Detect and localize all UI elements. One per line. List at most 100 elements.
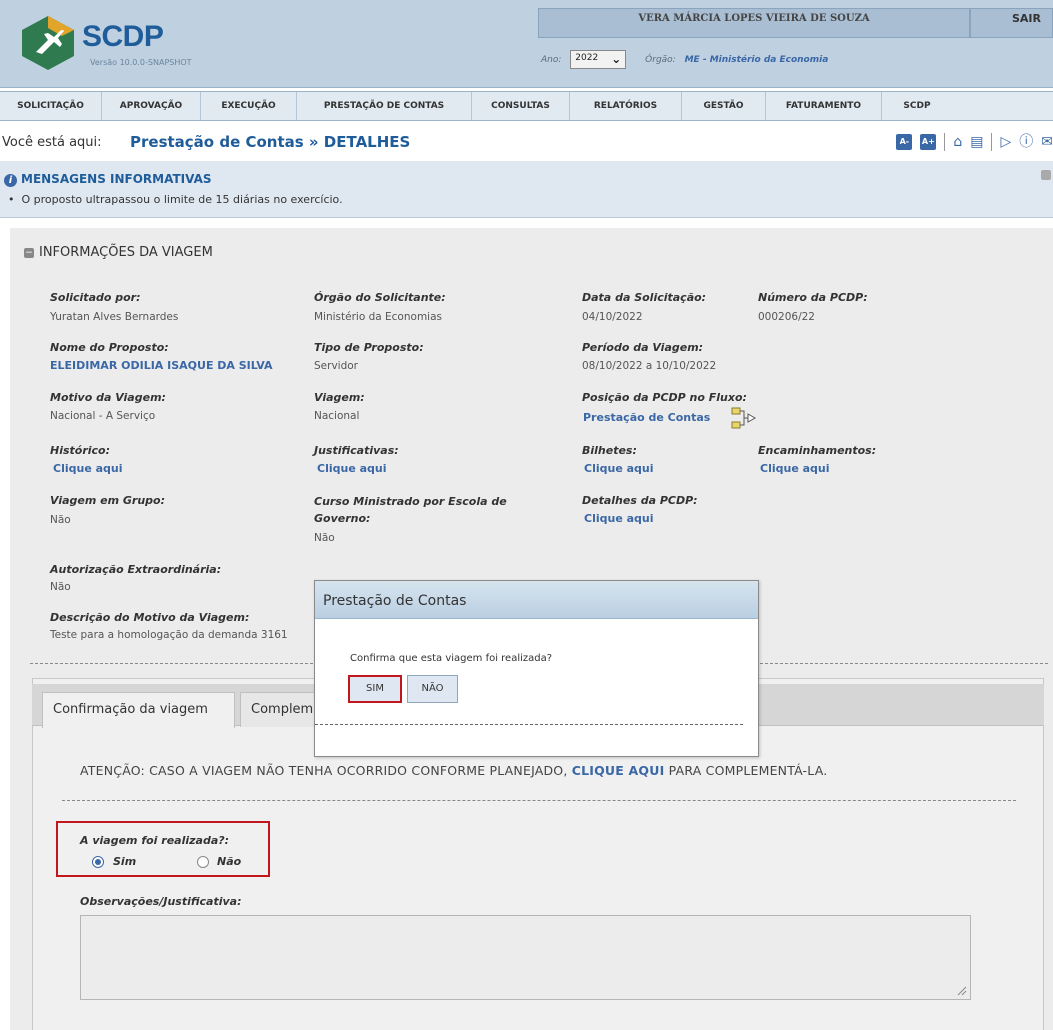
dialog-divider — [315, 724, 743, 725]
viagem-realizada-label: A viagem foi realizada?: — [80, 834, 230, 847]
viagem-grupo-value: Não — [50, 514, 71, 526]
periodo-label: Período da Viagem: — [582, 341, 704, 354]
help-icon[interactable]: ⓘ — [1019, 134, 1033, 150]
periodo-value: 08/10/2022 a 10/10/2022 — [582, 360, 717, 372]
info-message-item: • O proposto ultrapassou o limite de 15 … — [8, 193, 343, 206]
nome-proposto-value: ELEIDIMAR ODILIA ISAQUE DA SILVA — [50, 359, 273, 372]
info-messages-title-text: MENSAGENS INFORMATIVAS — [21, 172, 212, 186]
font-decrease-button[interactable]: A- — [896, 134, 913, 150]
dialog-question: Confirma que esta viagem foi realizada? — [350, 653, 553, 664]
bilhetes-link[interactable]: Clique aqui — [584, 462, 654, 475]
bilhetes-label: Bilhetes: — [582, 444, 637, 457]
accessibility-toolbar: A- A+ ⌂ ▤ ▷ ⓘ ✉ — [896, 133, 1053, 151]
descricao-label: Descrição do Motivo da Viagem: — [50, 611, 250, 624]
menu-relatorios[interactable]: RELATÓRIOS — [570, 92, 682, 120]
home-icon[interactable]: ⌂ — [953, 134, 962, 150]
radio-sim[interactable] — [92, 856, 104, 868]
attention-text-after: PARA COMPLEMENTÁ-LA. — [664, 763, 828, 778]
motivo-value: Nacional - A Serviço — [50, 410, 156, 422]
detalhes-pcdp-link[interactable]: Clique aqui — [584, 512, 654, 525]
no-button[interactable]: NÃO — [407, 675, 458, 703]
collapse-section-icon[interactable]: − — [24, 247, 34, 258]
mail-icon[interactable]: ✉ — [1041, 134, 1053, 150]
section-title[interactable]: − INFORMAÇÕES DA VIAGEM — [24, 245, 213, 260]
attention-text-before: ATENÇÃO: CASO A VIAGEM NÃO TENHA OCORRID… — [80, 763, 572, 778]
year-select-value: 2022 — [575, 53, 599, 63]
viagem-label: Viagem: — [314, 391, 365, 404]
context-row: Ano: 2022 ⌄ Órgão: ME - Ministério da Ec… — [541, 50, 828, 69]
menu-faturamento[interactable]: FATURAMENTO — [766, 92, 882, 120]
breadcrumb: Você está aqui: Prestação de Contas » DE… — [0, 124, 1053, 162]
autorizacao-value: Não — [50, 581, 71, 593]
resize-handle-icon[interactable] — [957, 986, 967, 996]
confirm-dialog: Prestação de Contas Confirma que esta vi… — [314, 580, 759, 757]
orgao-value: ME - Ministério da Economia — [684, 55, 829, 65]
tipo-proposto-value: Servidor — [314, 360, 358, 372]
yes-button[interactable]: SIM — [348, 675, 402, 703]
chevron-down-icon: ⌄ — [611, 52, 622, 66]
tab-confirmacao-viagem[interactable]: Confirmação da viagem — [42, 692, 235, 728]
historico-label: Histórico: — [50, 444, 111, 457]
year-select[interactable]: 2022 ⌄ — [570, 50, 627, 69]
chat-icon[interactable]: ▤ — [970, 134, 983, 150]
menu-consultas[interactable]: CONSULTAS — [472, 92, 570, 120]
orgao-solicitante-value: Ministério da Economias — [314, 311, 442, 323]
nome-proposto-label: Nome do Proposto: — [50, 341, 169, 354]
justificativas-link[interactable]: Clique aqui — [317, 462, 387, 475]
attention-message: ATENÇÃO: CASO A VIAGEM NÃO TENHA OCORRID… — [80, 763, 827, 778]
menu-execucao[interactable]: EXECUÇÃO — [201, 92, 297, 120]
dialog-header[interactable]: Prestação de Contas — [315, 581, 758, 619]
orgao-solicitante-label: Órgão do Solicitante: — [314, 291, 446, 304]
main-menu: SOLICITAÇÃO APROVAÇÃO EXECUÇÃO PRESTAÇÃO… — [0, 91, 1053, 121]
data-solicitacao-value: 04/10/2022 — [582, 311, 643, 323]
complement-link[interactable]: CLIQUE AQUI — [572, 763, 665, 778]
dialog-title: Prestação de Contas — [323, 593, 467, 609]
justificativas-label: Justificativas: — [314, 444, 399, 457]
solicitado-por-label: Solicitado por: — [50, 291, 141, 304]
airplane-logo-icon — [22, 16, 74, 70]
user-bar: VERA MÁRCIA LOPES VIEIRA DE SOUZA SAIR — [538, 8, 1053, 38]
descricao-value: Teste para a homologação da demanda 3161 — [50, 629, 288, 641]
viagem-realizada-group — [56, 821, 270, 877]
section-title-text: INFORMAÇÕES DA VIAGEM — [39, 245, 213, 260]
viagem-grupo-label: Viagem em Grupo: — [50, 494, 166, 507]
radio-sim-label[interactable]: Sim — [113, 855, 136, 868]
menu-prestacao-de-contas[interactable]: PRESTAÇÃO DE CONTAS — [297, 92, 472, 120]
app-brand: SCDP — [82, 20, 164, 53]
detalhes-pcdp-label: Detalhes da PCDP: — [582, 494, 698, 507]
flow-icon[interactable] — [730, 407, 756, 429]
encaminhamentos-link[interactable]: Clique aqui — [760, 462, 830, 475]
observacoes-textarea[interactable] — [80, 915, 971, 1000]
numero-pcdp-value: 000206/22 — [758, 311, 815, 323]
info-message-text: O proposto ultrapassou o limite de 15 di… — [21, 193, 343, 206]
orgao-label: Órgão: — [645, 55, 676, 65]
radio-nao-label[interactable]: Não — [217, 855, 241, 868]
info-icon: i — [4, 174, 17, 187]
video-icon[interactable]: ▷ — [1000, 134, 1011, 150]
historico-link[interactable]: Clique aqui — [53, 462, 123, 475]
viagem-value: Nacional — [314, 410, 360, 422]
toolbar-divider — [991, 133, 993, 151]
curso-value: Não — [314, 532, 335, 544]
menu-aprovacao[interactable]: APROVAÇÃO — [102, 92, 201, 120]
breadcrumb-path: Prestação de Contas » DETALHES — [130, 133, 411, 151]
menu-gestao[interactable]: GESTÃO — [682, 92, 766, 120]
posicao-value[interactable]: Prestação de Contas — [583, 411, 710, 424]
year-label: Ano: — [541, 55, 562, 65]
numero-pcdp-label: Número da PCDP: — [758, 291, 868, 304]
app-version: Versão 10.0.0-SNAPSHOT — [90, 58, 192, 67]
menu-scdp[interactable]: SCDP — [882, 92, 952, 120]
font-increase-button[interactable]: A+ — [920, 134, 937, 150]
breadcrumb-label: Você está aqui: — [2, 135, 102, 150]
info-messages: i MENSAGENS INFORMATIVAS • O proposto ult… — [0, 162, 1053, 218]
motivo-label: Motivo da Viagem: — [50, 391, 166, 404]
tipo-proposto-label: Tipo de Proposto: — [314, 341, 424, 354]
menu-solicitacao[interactable]: SOLICITAÇÃO — [0, 92, 102, 120]
encaminhamentos-label: Encaminhamentos: — [758, 444, 877, 457]
collapse-icon[interactable] — [1041, 170, 1051, 180]
solicitado-por-value: Yuratan Alves Bernardes — [50, 311, 179, 323]
observacoes-label: Observações/Justificativa: — [80, 895, 242, 908]
logout-button[interactable]: SAIR — [970, 8, 1053, 38]
autorizacao-label: Autorização Extraordinária: — [50, 563, 222, 576]
radio-nao[interactable] — [197, 856, 209, 868]
